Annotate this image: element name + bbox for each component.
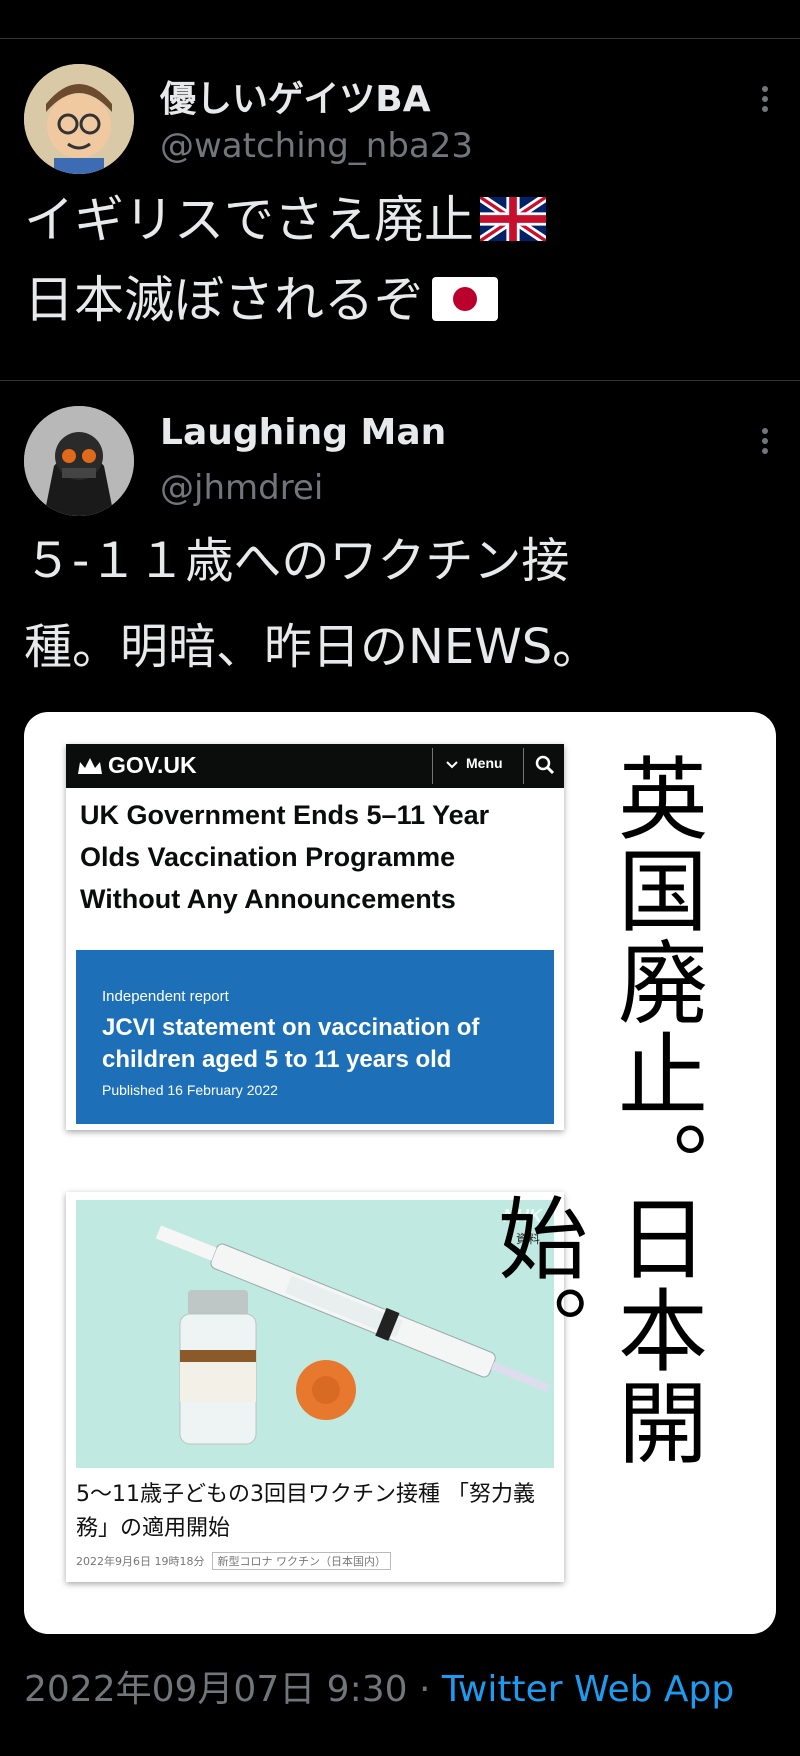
avatar[interactable] [24, 64, 134, 174]
tweet-text-line1: ５-１１歳へのワクチン接 [24, 533, 570, 589]
report-type: Independent report [102, 988, 229, 1005]
source-link[interactable]: Twitter Web App [442, 1669, 734, 1710]
govuk-menu: Menu [466, 755, 503, 771]
more-icon[interactable] [760, 82, 770, 116]
header-separator [432, 748, 433, 784]
report-title: JCVI statement on vaccination of childre… [102, 1014, 480, 1073]
tweet-timestamp: 2022年09月07日 9:30 · Twitter Web App [24, 1660, 734, 1712]
tweet-text-line2: 日本滅ぼされるぞ [24, 271, 424, 329]
tweet-text-line2: 種。明暗、昨日のNEWS。 [24, 619, 601, 675]
chevron-down-icon [446, 761, 458, 769]
govuk-report-banner: Independent report JCVI statement on vac… [76, 950, 554, 1124]
timestamp-text[interactable]: 2022年09月07日 9:30 · [24, 1669, 442, 1710]
crown-icon [78, 758, 102, 774]
top-divider [0, 38, 800, 39]
vertical-text-bottom: 日本開始。 [482, 1192, 707, 1468]
search-icon [535, 755, 555, 775]
user-handle[interactable]: @jhmdrei [160, 468, 323, 508]
vertical-text-top: 英国廃止。 [602, 752, 707, 1212]
tweet-text-line1: イギリスでさえ廃止 [24, 191, 474, 249]
report-published: Published 16 February 2022 [102, 1082, 278, 1098]
tweet-text: ５-１１歳へのワクチン接 種。明暗、昨日のNEWS。 [24, 518, 776, 690]
display-name[interactable]: 優しいゲイツBA [160, 70, 431, 122]
avatar[interactable] [24, 406, 134, 516]
tweet-media-image[interactable]: GOV.UK Menu UK Government Ends 5–11 Year… [24, 712, 776, 1634]
nhk-date: 2022年9月6日 19時18分 [76, 1555, 205, 1568]
govuk-headline: UK Government Ends 5–11 Year Olds Vaccin… [80, 800, 490, 914]
tweet-watching-nba23[interactable]: 優しいゲイツBA @watching_nba23 イギリスでさえ廃止 日本滅ぼさ… [0, 40, 800, 380]
japan-flag-icon [432, 277, 498, 321]
tweet-text: イギリスでさえ廃止 日本滅ぼされるぞ [24, 180, 776, 340]
govuk-header: GOV.UK Menu [66, 744, 564, 788]
uk-flag-icon [480, 197, 546, 241]
nhk-headline: 5～11歳子どもの3回目ワクチン接種 「努力義務」の適用開始 [76, 1482, 535, 1541]
more-icon[interactable] [760, 424, 770, 458]
tweet-divider [0, 380, 800, 381]
govuk-screenshot: GOV.UK Menu UK Government Ends 5–11 Year… [66, 744, 564, 1130]
govuk-logo: GOV.UK [108, 752, 197, 778]
display-name[interactable]: Laughing Man [160, 412, 446, 453]
user-handle[interactable]: @watching_nba23 [160, 126, 473, 166]
nhk-meta: 2022年9月6日 19時18分 新型コロナ ワクチン（日本国内） [76, 1552, 391, 1570]
nhk-category-tag: 新型コロナ ワクチン（日本国内） [212, 1552, 391, 1570]
header-separator [523, 748, 524, 784]
